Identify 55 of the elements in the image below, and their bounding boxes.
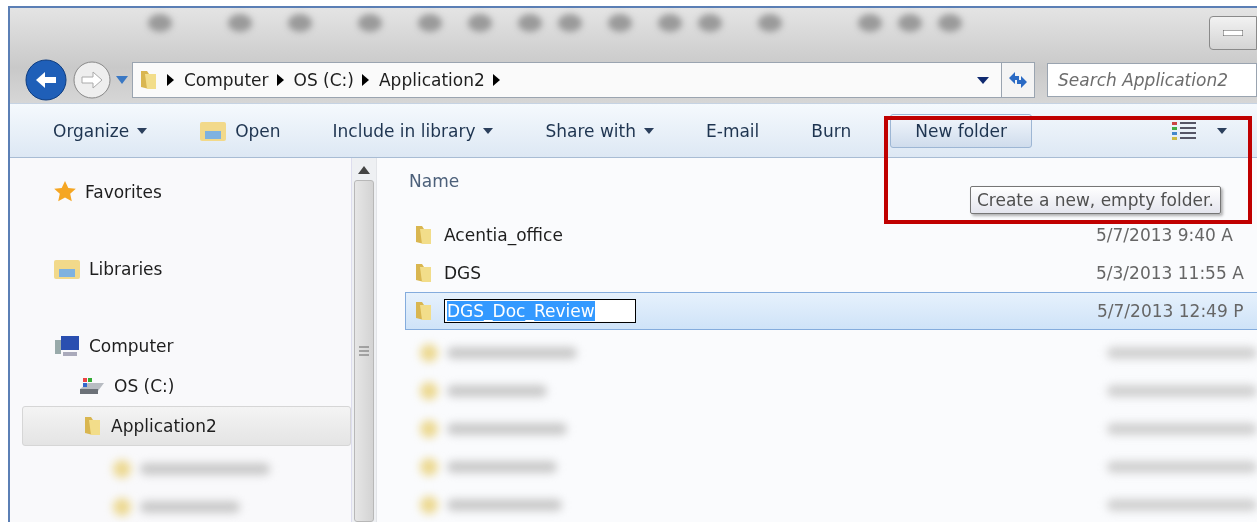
caret-icon (483, 127, 494, 134)
toolbar-button[interactable]: E-mail (693, 113, 773, 148)
scroll-up-icon[interactable] (358, 166, 371, 174)
file-name: Acentia_office (444, 225, 563, 245)
breadcrumb-link[interactable]: OS (C:) (293, 70, 354, 91)
folder-icon (139, 69, 159, 92)
drive-icon (78, 375, 106, 397)
breadcrumb-link[interactable]: Computer (184, 70, 269, 91)
chevron-icon (361, 74, 369, 87)
caret-icon (1217, 127, 1227, 134)
open-button[interactable]: Open (186, 111, 294, 150)
refresh-button[interactable] (1001, 62, 1035, 99)
back-button[interactable] (24, 58, 68, 103)
search-field[interactable]: Search Application2 (1047, 63, 1257, 98)
modified-date: 5/3/2013 11:55 A (1096, 263, 1245, 283)
navigation-item[interactable]: Application2 (22, 406, 352, 446)
chevron-icon (276, 74, 284, 87)
folder-icon (83, 415, 103, 437)
grip-icon (358, 345, 371, 357)
tooltip: Create a new, empty folder. (970, 186, 1221, 214)
chevron-icon (167, 74, 174, 87)
computer-icon (53, 334, 81, 358)
navigation-item[interactable]: Libraries (22, 249, 352, 289)
library-icon (53, 257, 81, 281)
dropdown-icon[interactable] (977, 76, 989, 84)
modified-date: 5/7/2013 12:49 P (1097, 301, 1245, 321)
caret-icon (137, 127, 148, 134)
scroll-thumb[interactable] (354, 180, 375, 522)
toolbar-menu-button[interactable]: Share with (532, 113, 667, 148)
address-bar[interactable]: Computer OS (C:) Application2 (132, 62, 1002, 99)
navigation-item[interactable]: Favorites (22, 172, 352, 212)
breadcrumb-link[interactable]: Application2 (378, 70, 485, 91)
star-icon (53, 180, 77, 204)
scrollbar[interactable] (351, 158, 376, 522)
navigation-item[interactable]: Computer (22, 326, 352, 366)
file-row[interactable]: DGS_Doc_Review 5/7/2013 12:49 P (405, 292, 1257, 330)
file-row[interactable]: DGS 5/3/2013 11:55 A (405, 254, 1257, 292)
file-row[interactable]: Acentia_office 5/7/2013 9:40 A (405, 216, 1257, 254)
navigation-item[interactable]: OS (C:) (22, 366, 352, 406)
caret-icon (644, 127, 654, 134)
details-view-icon (1171, 120, 1197, 141)
toolbar-menu-button[interactable]: Include in library (319, 113, 507, 148)
folder-icon (414, 224, 434, 246)
chevron-icon (492, 74, 500, 87)
folder-icon (414, 300, 434, 322)
file-name: DGS (444, 263, 482, 283)
history-dropdown-icon[interactable] (116, 76, 128, 85)
minimize-button[interactable] (1209, 16, 1257, 50)
toolbar-button[interactable]: Burn (798, 113, 865, 148)
modified-date: 5/7/2013 9:40 A (1096, 225, 1234, 245)
toolbar-menu-button[interactable]: Organize (40, 113, 161, 148)
minimize-icon (1223, 30, 1243, 36)
folder-icon (414, 262, 434, 284)
column-header[interactable]: Name (409, 171, 460, 191)
refresh-icon (1007, 71, 1029, 90)
